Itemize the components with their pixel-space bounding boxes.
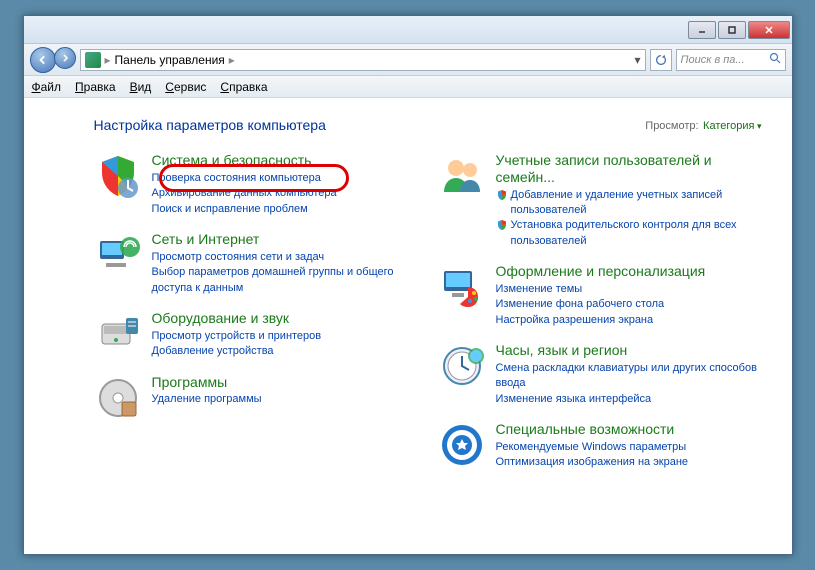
shield-icon <box>496 189 508 201</box>
chevron-right-icon: ▸ <box>229 53 235 67</box>
titlebar <box>24 16 792 44</box>
minimize-button[interactable] <box>688 21 716 39</box>
category-link[interactable]: Изменение языка интерфейса <box>496 392 762 407</box>
window: ▸ Панель управления ▸ ▾ Поиск в па... Фа… <box>23 15 793 555</box>
content-area: Настройка параметров компьютера Просмотр… <box>24 98 792 554</box>
network-icon <box>94 231 142 279</box>
appearance-icon <box>438 263 486 311</box>
menu-edit[interactable]: Правка <box>75 80 116 94</box>
category-link[interactable]: Рекомендуемые Windows параметры <box>496 440 762 455</box>
search-placeholder: Поиск в па... <box>681 54 745 66</box>
category-item: Сеть и Интернет Просмотр состояния сети … <box>94 231 418 296</box>
menubar: Файл Правка Вид Сервис Справка <box>24 76 792 98</box>
category-item: Система и безопасность Проверка состояни… <box>94 152 418 217</box>
control-panel-icon <box>85 52 101 68</box>
view-by-dropdown[interactable]: Категория <box>703 120 761 132</box>
category-title[interactable]: Программы <box>152 374 418 391</box>
category-link[interactable]: Проверка состояния компьютера <box>152 171 418 186</box>
category-item: Специальные возможности Рекомендуемые Wi… <box>438 421 762 471</box>
category-link[interactable]: Удаление программы <box>152 392 418 407</box>
forward-button[interactable] <box>54 47 76 69</box>
category-title[interactable]: Учетные записи пользователей и семейн... <box>496 152 762 186</box>
category-title[interactable]: Оборудование и звук <box>152 310 418 327</box>
categories-left-column: Система и безопасность Проверка состояни… <box>94 152 418 471</box>
chevron-right-icon: ▸ <box>105 53 111 67</box>
category-link[interactable]: Смена раскладки клавиатуры или других сп… <box>496 361 762 392</box>
breadcrumb-root[interactable]: Панель управления <box>115 53 225 67</box>
category-link[interactable]: Добавление устройства <box>152 344 418 359</box>
category-link[interactable]: Поиск и исправление проблем <box>152 202 418 217</box>
close-button[interactable] <box>748 21 790 39</box>
breadcrumb[interactable]: ▸ Панель управления ▸ ▾ <box>80 49 646 71</box>
menu-help[interactable]: Справка <box>220 80 267 94</box>
hardware-icon <box>94 310 142 358</box>
refresh-button[interactable] <box>650 49 672 71</box>
category-item: Оборудование и звук Просмотр устройств и… <box>94 310 418 360</box>
category-title[interactable]: Система и безопасность <box>152 152 418 169</box>
view-by-label: Просмотр: <box>645 120 698 132</box>
category-link[interactable]: Изменение темы <box>496 282 762 297</box>
maximize-button[interactable] <box>718 21 746 39</box>
users-icon <box>438 152 486 200</box>
back-button[interactable] <box>30 47 56 73</box>
category-link[interactable]: Архивирование данных компьютера <box>152 186 418 201</box>
category-link[interactable]: Добавление и удаление учетных записей по… <box>496 188 762 219</box>
menu-file[interactable]: Файл <box>32 80 62 94</box>
category-link[interactable]: Оптимизация изображения на экране <box>496 455 762 470</box>
search-input[interactable]: Поиск в па... <box>676 49 786 71</box>
category-item: Программы Удаление программы <box>94 374 418 422</box>
category-title[interactable]: Сеть и Интернет <box>152 231 418 248</box>
shield-icon <box>496 219 508 231</box>
menu-view[interactable]: Вид <box>130 80 152 94</box>
clock-icon <box>438 342 486 390</box>
category-title[interactable]: Часы, язык и регион <box>496 342 762 359</box>
category-link[interactable]: Изменение фона рабочего стола <box>496 297 762 312</box>
security-icon <box>94 152 142 200</box>
page-title: Настройка параметров компьютера <box>94 117 326 133</box>
category-link[interactable]: Просмотр устройств и принтеров <box>152 329 418 344</box>
category-title[interactable]: Специальные возможности <box>496 421 762 438</box>
nav-bar: ▸ Панель управления ▸ ▾ Поиск в па... <box>24 44 792 76</box>
category-link[interactable]: Установка родительского контроля для все… <box>496 218 762 249</box>
category-item: Учетные записи пользователей и семейн...… <box>438 152 762 249</box>
categories-right-column: Учетные записи пользователей и семейн...… <box>438 152 762 471</box>
search-icon <box>769 52 781 67</box>
category-title[interactable]: Оформление и персонализация <box>496 263 762 280</box>
category-link[interactable]: Просмотр состояния сети и задач <box>152 250 418 265</box>
access-icon <box>438 421 486 469</box>
programs-icon <box>94 374 142 422</box>
category-link[interactable]: Настройка разрешения экрана <box>496 313 762 328</box>
menu-tools[interactable]: Сервис <box>165 80 206 94</box>
category-item: Часы, язык и регион Смена раскладки клав… <box>438 342 762 407</box>
category-link[interactable]: Выбор параметров домашней группы и общег… <box>152 265 418 296</box>
category-item: Оформление и персонализация Изменение те… <box>438 263 762 328</box>
chevron-down-icon[interactable]: ▾ <box>634 53 640 67</box>
